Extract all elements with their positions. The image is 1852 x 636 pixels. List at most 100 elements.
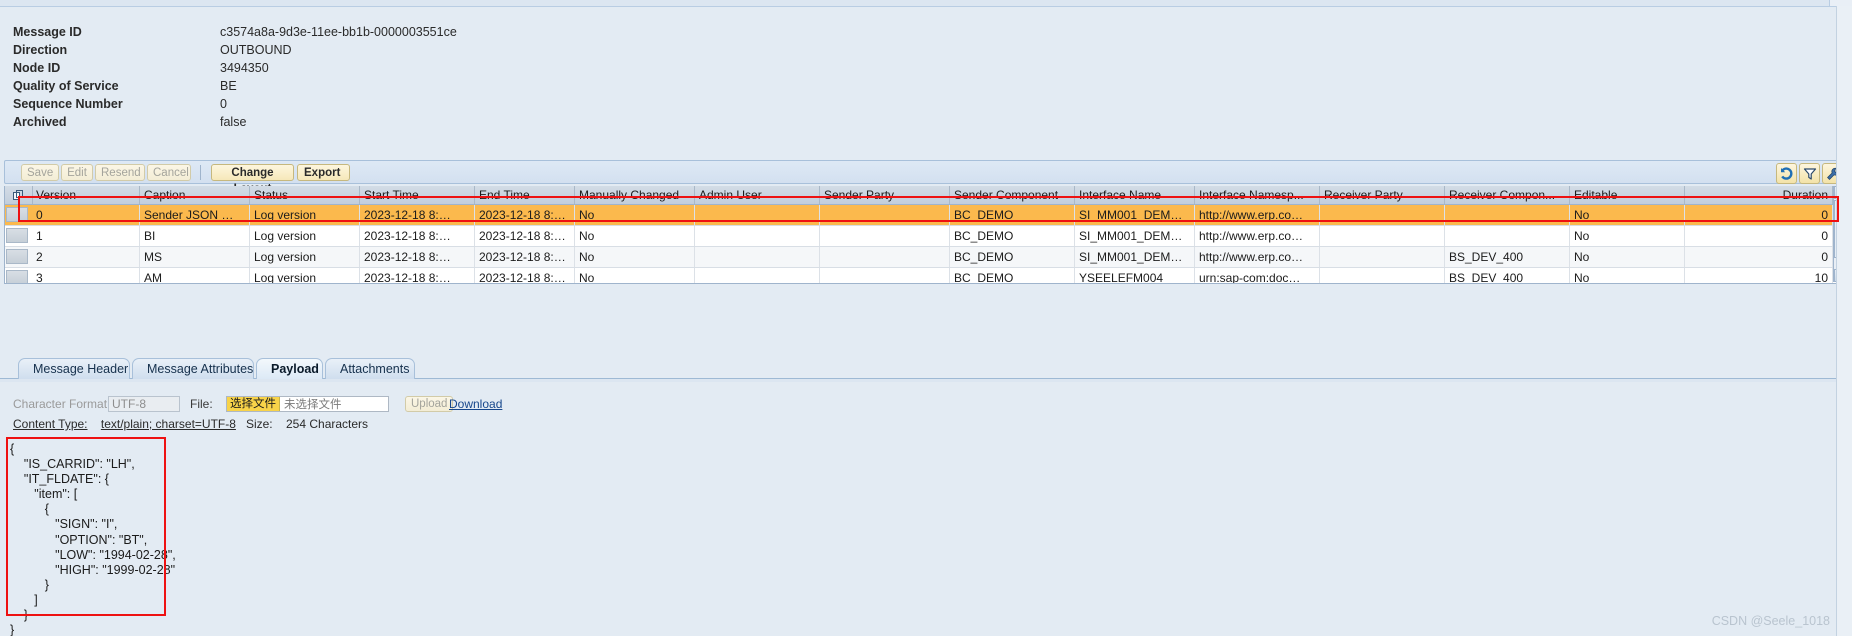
column-header-status[interactable]: Status — [250, 186, 360, 204]
cell-editable: No — [1570, 268, 1685, 283]
cell-duration: 0 — [1685, 247, 1833, 267]
cell-start-time: 2023-12-18 8:… — [360, 226, 475, 246]
table-row[interactable]: 2 MS Log version 2023-12-18 8:… 2023-12-… — [5, 247, 1847, 268]
column-header-editable[interactable]: Editable — [1570, 186, 1685, 204]
column-header-receiver-party[interactable]: Receiver Party — [1320, 186, 1445, 204]
file-upload-input[interactable]: 选择文件 未选择文件 — [226, 396, 389, 412]
tab-message-attributes[interactable]: Message Attributes — [132, 358, 254, 379]
export-label: Export — [304, 167, 341, 179]
character-format-label: Character Format: — [13, 397, 111, 411]
column-header-sender-party[interactable]: Sender Party — [820, 186, 950, 204]
cell-duration: 0 — [1685, 226, 1833, 246]
resend-button[interactable]: Resend — [95, 164, 145, 181]
content-type-label: Content Type: — [13, 417, 88, 431]
cell-interface-namespace: http://www.erp.co… — [1195, 247, 1320, 267]
table-body: 0 Sender JSON … Log version 2023-12-18 8… — [5, 205, 1847, 283]
cell-receiver-party — [1320, 247, 1445, 267]
column-header-interface-namespace[interactable]: Interface Namesp... — [1195, 186, 1320, 204]
column-header-sender-component[interactable]: Sender Component — [950, 186, 1075, 204]
cell-version: 1 — [32, 226, 140, 246]
cell-sender-component: BC_DEMO — [950, 226, 1075, 246]
table-row[interactable]: 0 Sender JSON … Log version 2023-12-18 8… — [5, 205, 1847, 226]
cell-receiver-party — [1320, 226, 1445, 246]
cell-interface-name: SI_MM001_DEM… — [1075, 226, 1195, 246]
cell-receiver-component — [1445, 226, 1570, 246]
cell-status: Log version — [250, 247, 360, 267]
cell-caption: BI — [140, 226, 250, 246]
page-vertical-scrollbar[interactable] — [1836, 6, 1852, 636]
table-row[interactable]: 3 AM Log version 2023-12-18 8:… 2023-12-… — [5, 268, 1847, 283]
cell-admin-user — [695, 226, 820, 246]
cell-manually-changed: No — [575, 268, 695, 283]
column-header-duration[interactable]: Duration — [1685, 186, 1833, 204]
cell-receiver-component: BS_DEV_400 — [1445, 247, 1570, 267]
cell-sender-component: BC_DEMO — [950, 247, 1075, 267]
cell-caption: MS — [140, 247, 250, 267]
cell-start-time: 2023-12-18 8:… — [360, 247, 475, 267]
cell-editable: No — [1570, 205, 1685, 225]
cell-status: Log version — [250, 268, 360, 283]
cell-admin-user — [695, 247, 820, 267]
select-all-corner-button[interactable] — [5, 186, 33, 204]
cell-interface-namespace: urn:sap-com:doc… — [1195, 268, 1320, 283]
cell-version: 2 — [32, 247, 140, 267]
cell-manually-changed: No — [575, 226, 695, 246]
header-label: Archived — [13, 115, 67, 129]
column-header-interface-name[interactable]: Interface Name — [1075, 186, 1195, 204]
row-selector[interactable] — [6, 207, 28, 222]
table-row[interactable]: 1 BI Log version 2023-12-18 8:… 2023-12-… — [5, 226, 1847, 247]
table-header-row: Version Caption Status Start Time End Ti… — [5, 186, 1847, 205]
column-header-end-time[interactable]: End Time — [475, 186, 575, 204]
cell-end-time: 2023-12-18 8:… — [475, 268, 575, 283]
column-header-start-time[interactable]: Start Time — [360, 186, 475, 204]
toolbar-separator — [200, 165, 201, 180]
refresh-icon[interactable] — [1776, 163, 1797, 184]
content-type-value: text/plain; charset=UTF-8 — [100, 417, 236, 431]
cell-caption: AM — [140, 268, 250, 283]
column-header-receiver-component[interactable]: Receiver Compon... — [1445, 186, 1570, 204]
cell-caption: Sender JSON … — [140, 205, 250, 225]
change-layout-button[interactable]: Change Layout — [211, 164, 294, 195]
cancel-button[interactable]: Cancel — [147, 164, 191, 181]
cell-end-time: 2023-12-18 8:… — [475, 205, 575, 225]
column-header-manually-changed[interactable]: Manually Changed — [575, 186, 695, 204]
column-header-caption[interactable]: Caption — [140, 186, 250, 204]
tab-message-header[interactable]: Message Header — [18, 358, 130, 379]
cell-interface-namespace: http://www.erp.co… — [1195, 205, 1320, 225]
table-toolbar: Save Edit Resend Cancel Change Layout Ex… — [4, 160, 1848, 195]
tab-attachments[interactable]: Attachments — [325, 358, 415, 379]
cell-interface-name: YSEELEFM004 — [1075, 268, 1195, 283]
row-selector[interactable] — [6, 249, 28, 264]
cell-editable: No — [1570, 226, 1685, 246]
sap-pi-message-monitor-screen: Message ID c3574a8a-9d3e-11ee-bb1b-00000… — [0, 0, 1852, 636]
choose-file-button[interactable]: 选择文件 — [227, 397, 280, 411]
download-link[interactable]: Download — [449, 397, 502, 411]
chosen-file-name: 未选择文件 — [284, 399, 342, 411]
column-header-admin-user[interactable]: Admin User — [695, 186, 820, 204]
cell-version: 3 — [32, 268, 140, 283]
cell-sender-component: BC_DEMO — [950, 268, 1075, 283]
watermark: CSDN @Seele_1018 — [1711, 614, 1830, 628]
size-value: 254 Characters — [286, 417, 369, 431]
cell-admin-user — [695, 205, 820, 225]
column-header-version[interactable]: Version — [32, 186, 140, 204]
tab-payload[interactable]: Payload — [256, 358, 323, 379]
row-selector[interactable] — [6, 270, 28, 283]
edit-button[interactable]: Edit — [61, 164, 93, 181]
upload-button[interactable]: Upload — [405, 396, 454, 412]
detail-tabs: Message Header Message Attributes Payloa… — [0, 356, 1852, 381]
character-format-input[interactable]: UTF-8 — [108, 396, 180, 412]
cell-interface-namespace: http://www.erp.co… — [1195, 226, 1320, 246]
toolbar-icon-group — [1776, 163, 1843, 184]
save-button[interactable]: Save — [21, 164, 59, 181]
header-value: false — [220, 115, 247, 129]
message-versions-table: Version Caption Status Start Time End Ti… — [4, 186, 1848, 284]
cell-receiver-component: BS_DEV_400 — [1445, 268, 1570, 283]
cell-status: Log version — [250, 226, 360, 246]
cell-duration: 0 — [1685, 205, 1833, 225]
export-button[interactable]: Export — [297, 164, 350, 191]
cell-sender-party — [820, 226, 950, 246]
filter-icon[interactable] — [1799, 163, 1820, 184]
cell-interface-name: SI_MM001_DEM… — [1075, 247, 1195, 267]
row-selector[interactable] — [6, 228, 28, 243]
